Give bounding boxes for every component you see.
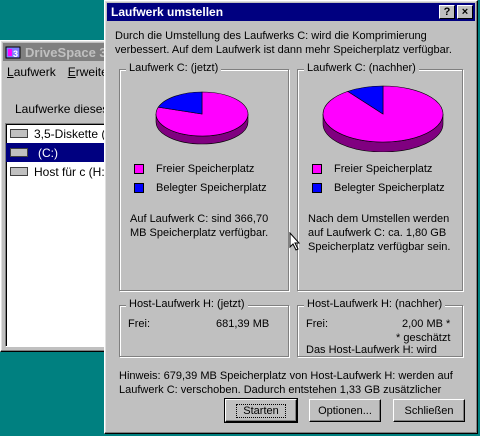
host-after-note: Das Host-Laufwerk H: wird [306,344,437,356]
options-button[interactable]: Optionen... [309,399,381,422]
svg-text:3: 3 [13,49,18,59]
legend-used-label: Belegter Speicherplatz [156,182,267,194]
dialog-title: Laufwerk umstellen [111,5,224,19]
host-after-estimated: * geschätzt [396,332,451,344]
host-before-free-label: Frei: [128,318,150,330]
used-swatch [312,183,322,193]
group-host-before-title: Host-Laufwerk H: (jetzt) [126,298,248,310]
free-swatch [134,164,144,174]
footer-note: Hinweis: 679,39 MB Speicherplatz von Hos… [119,370,453,396]
legend-free-label: Freier Speicherplatz [334,163,433,175]
legend-free-after: Freier Speicherplatz [312,163,432,175]
before-description: Auf Laufwerk C: sind 366,70 MB Speicherp… [130,213,269,239]
close-icon[interactable]: × [457,5,473,19]
host-after-free-value: 2,00 MB * [402,318,451,330]
legend-used-label: Belegter Speicherplatz [334,182,445,194]
floppy-drive-icon [10,129,28,138]
free-swatch [312,164,322,174]
pie-chart-after [322,85,444,152]
host-after-free-label: Frei: [306,318,328,330]
dialog-titlebar: Laufwerk umstellen ? × [107,3,475,21]
close-button-label: Schließen [404,404,454,417]
legend-used-before: Belegter Speicherplatz [134,182,267,194]
used-swatch [134,183,144,193]
drivespace-app-icon: 3 [5,46,21,59]
convert-drive-dialog: Laufwerk umstellen ? × Durch die Umstell… [104,0,478,434]
group-before-title: Laufwerk C: (jetzt) [126,62,222,74]
start-button-label: Starten [236,403,286,418]
legend-used-after: Belegter Speicherplatz [312,182,445,194]
legend-free-label: Freier Speicherplatz [156,163,255,175]
after-description: Nach dem Umstellen werden auf Laufwerk C… [308,213,451,253]
drivespace-title: DriveSpace 3 [25,44,107,60]
group-host-after: Host-Laufwerk H: (nachher) Frei: 2,00 MB… [297,298,463,357]
group-after-title: Laufwerk C: (nachher) [304,62,419,74]
mouse-cursor-icon [289,232,301,251]
hard-drive-icon [10,167,28,176]
start-button[interactable]: Starten [224,398,298,423]
drive-item-label: (C:) [38,145,58,160]
close-button[interactable]: Schließen [393,399,465,422]
group-before: Laufwerk C: (jetzt) Freier Speicherplatz… [119,62,289,291]
legend-free-before: Freier Speicherplatz [134,163,254,175]
intro-text: Durch die Umstellung des Laufwerks C: wi… [115,30,452,56]
pie-chart-before [155,91,249,145]
options-button-label: Optionen... [318,404,372,417]
hard-drive-icon [10,148,28,157]
group-host-before: Host-Laufwerk H: (jetzt) Frei: 681,39 MB [119,298,289,357]
group-after: Laufwerk C: (nachher) Freier Speicherpla… [297,62,463,291]
drive-item-label: Host für c (H:) [34,164,109,179]
help-button[interactable]: ? [439,5,455,19]
menu-laufwerk[interactable]: Laufwerk [7,65,56,79]
host-before-free-value: 681,39 MB [216,318,270,330]
group-host-after-title: Host-Laufwerk H: (nachher) [304,298,446,310]
